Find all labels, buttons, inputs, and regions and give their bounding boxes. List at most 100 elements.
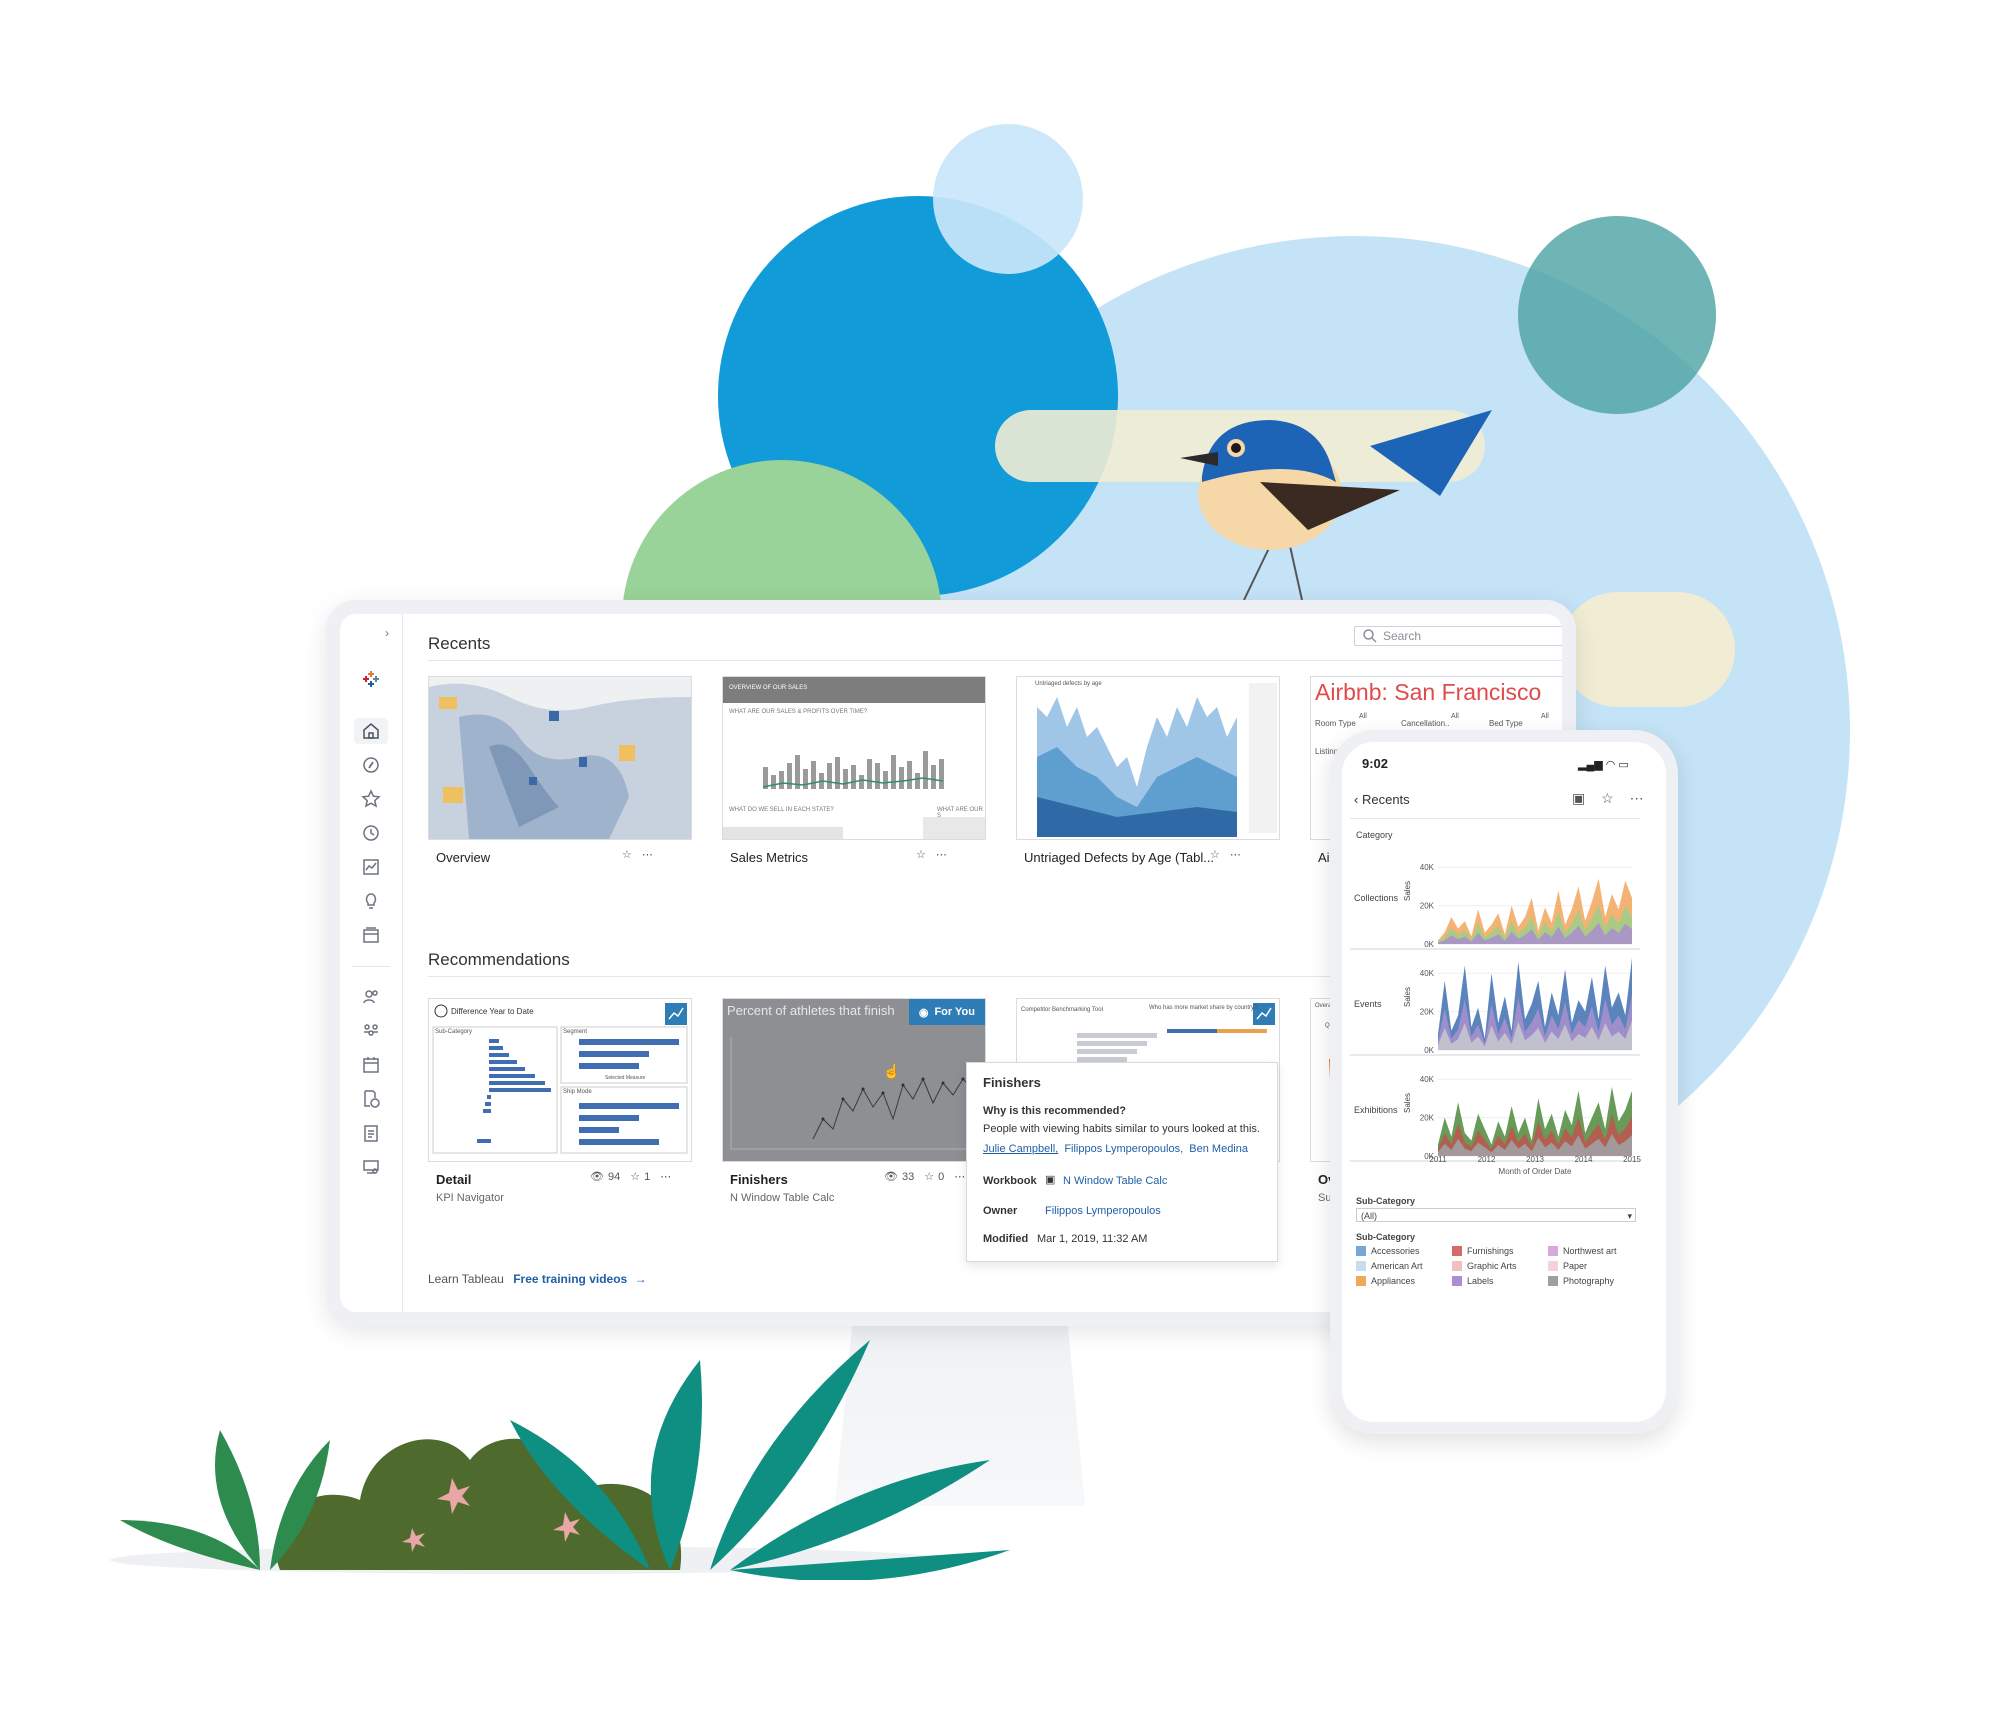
workbook-link[interactable]: N Window Table Calc xyxy=(1063,1175,1167,1187)
sales-metrics-question-1: WHAT ARE OUR SALES & PROFITS OVER TIME? xyxy=(729,709,868,715)
phone-screen: 9:02 ▂▄▆ ◠ ▭ ‹ Recents ▣ ☆ ⋯ Category Co… xyxy=(1342,742,1666,1422)
tooltip-title: Finishers xyxy=(983,1075,1041,1090)
hand-cursor-icon: ☝ xyxy=(883,1063,901,1079)
collections-box-icon[interactable] xyxy=(358,922,384,948)
owner-link[interactable]: Filippos Lymperopoulos xyxy=(1045,1205,1161,1217)
recent-thumbnail-untriaged-defects[interactable]: Untriaged defects by age xyxy=(1016,676,1280,840)
tooltip-workbook-value: N Window Table Calc xyxy=(1063,1175,1167,1187)
person-link[interactable]: Julie Campbell, xyxy=(983,1143,1058,1155)
legend-item[interactable]: Furnishings xyxy=(1452,1246,1514,1256)
jobs-clipboard-icon[interactable] xyxy=(358,1120,384,1146)
favorite-star-icon[interactable]: ☆ xyxy=(622,848,632,861)
recommendation-actions-detail: 👁 94 ☆ 1 ⋯ xyxy=(590,1170,671,1184)
y-tick-label: 40K xyxy=(1420,1075,1435,1084)
legend-label: Paper xyxy=(1563,1261,1588,1271)
recent-title-untriaged-defects[interactable]: Untriaged Defects by Age (Tabl... xyxy=(1024,850,1214,865)
metrics-chart-icon[interactable] xyxy=(358,854,384,880)
home-icon[interactable] xyxy=(354,718,388,744)
recent-title-sales-metrics[interactable]: Sales Metrics xyxy=(730,850,808,865)
favorites-star-icon[interactable] xyxy=(358,786,384,812)
legend-swatch xyxy=(1548,1276,1558,1286)
detail-thumb-title: Difference Year to Date xyxy=(451,1007,534,1016)
more-options-icon[interactable]: ⋯ xyxy=(642,848,653,861)
legend-swatch xyxy=(1548,1261,1558,1271)
sales-metrics-header: OVERVIEW OF OUR SALES xyxy=(729,685,808,691)
subcategory-dropdown[interactable]: (All) ▾ xyxy=(1356,1208,1636,1222)
collapse-chevron-icon[interactable]: › xyxy=(374,620,400,646)
legend-item[interactable]: Paper xyxy=(1548,1261,1587,1271)
recent-actions-untriaged-defects: ☆ ⋯ xyxy=(1210,848,1241,861)
legend-label: Accessories xyxy=(1371,1246,1420,1256)
more-options-icon[interactable]: ⋯ xyxy=(954,1170,965,1183)
more-options-icon[interactable]: ⋯ xyxy=(660,1170,671,1183)
person-link[interactable]: Ben Medina xyxy=(1189,1143,1248,1155)
favorites-count[interactable]: ☆ 0 xyxy=(924,1170,944,1184)
favorite-star-icon[interactable]: ☆ xyxy=(924,1170,934,1183)
x-tick-label: 2015 xyxy=(1623,1155,1641,1164)
favorite-star-icon[interactable]: ☆ xyxy=(1601,790,1614,806)
finishers-thumb-title: Percent of athletes that finish xyxy=(727,1003,895,1018)
bird-illustration xyxy=(1180,410,1492,601)
detail-thumb-subcategory: Sub-Category xyxy=(435,1029,473,1035)
recommendation-title-detail[interactable]: Detail xyxy=(436,1172,471,1187)
legend-swatch xyxy=(1452,1246,1462,1256)
recommendations-lightbulb-icon[interactable] xyxy=(358,888,384,914)
recents-divider xyxy=(428,660,1562,661)
server-status-icon[interactable] xyxy=(358,1154,384,1180)
tableau-logo-icon xyxy=(358,666,384,692)
recent-thumbnail-sales-metrics[interactable]: OVERVIEW OF OUR SALES WHAT ARE OUR SALES… xyxy=(722,676,986,840)
more-options-icon[interactable]: ⋯ xyxy=(1230,848,1241,861)
legend-swatch xyxy=(1356,1246,1366,1256)
subcategory-filter-label: Sub-Category xyxy=(1356,1196,1416,1206)
favorites-count[interactable]: ☆ 1 xyxy=(630,1170,650,1184)
recommendation-title-finishers[interactable]: Finishers xyxy=(730,1172,788,1187)
mobile-phone: 9:02 ▂▄▆ ◠ ▭ ‹ Recents ▣ ☆ ⋯ Category Co… xyxy=(1330,730,1678,1434)
legend-item[interactable]: Photography xyxy=(1548,1276,1614,1286)
sidebar: › xyxy=(340,614,403,1312)
favorite-star-icon[interactable]: ☆ xyxy=(916,848,926,861)
schedules-calendar-icon[interactable] xyxy=(358,1052,384,1078)
detail-thumb-segment: Segment xyxy=(563,1029,588,1035)
more-options-icon[interactable]: ⋯ xyxy=(936,848,947,861)
legend-item[interactable]: Northwest art xyxy=(1548,1246,1617,1256)
users-icon[interactable] xyxy=(358,984,384,1010)
legend-item[interactable]: Graphic Arts xyxy=(1452,1261,1517,1271)
recommendation-thumbnail-finishers[interactable]: Percent of athletes that finish ◉ For You… xyxy=(722,998,986,1162)
chevron-left-icon[interactable]: ‹ xyxy=(1354,792,1358,807)
background-circle-light-bubble xyxy=(933,124,1083,274)
search-input[interactable]: Search xyxy=(1354,626,1562,646)
tooltip-owner-value: Filippos Lymperopoulos xyxy=(1045,1205,1161,1217)
legend-item[interactable]: Accessories xyxy=(1356,1246,1420,1256)
tasks-clock-document-icon[interactable] xyxy=(358,1086,384,1112)
x-tick-label: 2011 xyxy=(1429,1155,1447,1164)
recent-title-overview[interactable]: Overview xyxy=(436,850,490,865)
row-category-label: Events xyxy=(1354,999,1382,1009)
recent-thumbnail-overview[interactable] xyxy=(428,676,692,840)
back-button[interactable]: ‹ Recents xyxy=(1354,792,1410,807)
explore-compass-icon[interactable] xyxy=(358,752,384,778)
favorite-star-icon[interactable]: ☆ xyxy=(630,1170,640,1183)
legend-label: Photography xyxy=(1563,1276,1615,1286)
chevron-down-icon[interactable]: ▾ xyxy=(1627,1209,1632,1223)
legend-label: Graphic Arts xyxy=(1467,1261,1517,1271)
recommendation-thumbnail-detail[interactable]: Difference Year to Date Sub-Category Seg… xyxy=(428,998,692,1162)
legend-swatch xyxy=(1548,1246,1558,1256)
groups-icon[interactable] xyxy=(358,1018,384,1044)
airbnb-filter-all-1: All xyxy=(1359,713,1367,720)
favorite-star-icon[interactable]: ☆ xyxy=(1210,848,1220,861)
legend-item[interactable]: Appliances xyxy=(1356,1276,1415,1286)
legend-item[interactable]: Labels xyxy=(1452,1276,1494,1286)
tooltip-people: Julie Campbell, Filippos Lymperopoulos, … xyxy=(983,1143,1248,1155)
sales-metrics-question-2: WHAT DO WE SELL IN EACH STATE? xyxy=(729,807,834,813)
eye-icon: 👁 xyxy=(884,1171,898,1183)
recents-clock-icon[interactable] xyxy=(358,820,384,846)
eye-icon: 👁 xyxy=(590,1171,604,1183)
workbook-icon: ▣ xyxy=(1045,1174,1056,1186)
data-source-icon[interactable]: ▣ xyxy=(1572,790,1585,806)
legend-item[interactable]: American Art xyxy=(1356,1261,1423,1271)
more-options-icon[interactable]: ⋯ xyxy=(1630,790,1644,806)
person-link[interactable]: Filippos Lymperopoulos, xyxy=(1064,1143,1183,1155)
legend-swatch xyxy=(1452,1261,1462,1271)
cloud-illustration-right xyxy=(1560,592,1735,707)
views-count: 👁 33 xyxy=(884,1170,915,1184)
